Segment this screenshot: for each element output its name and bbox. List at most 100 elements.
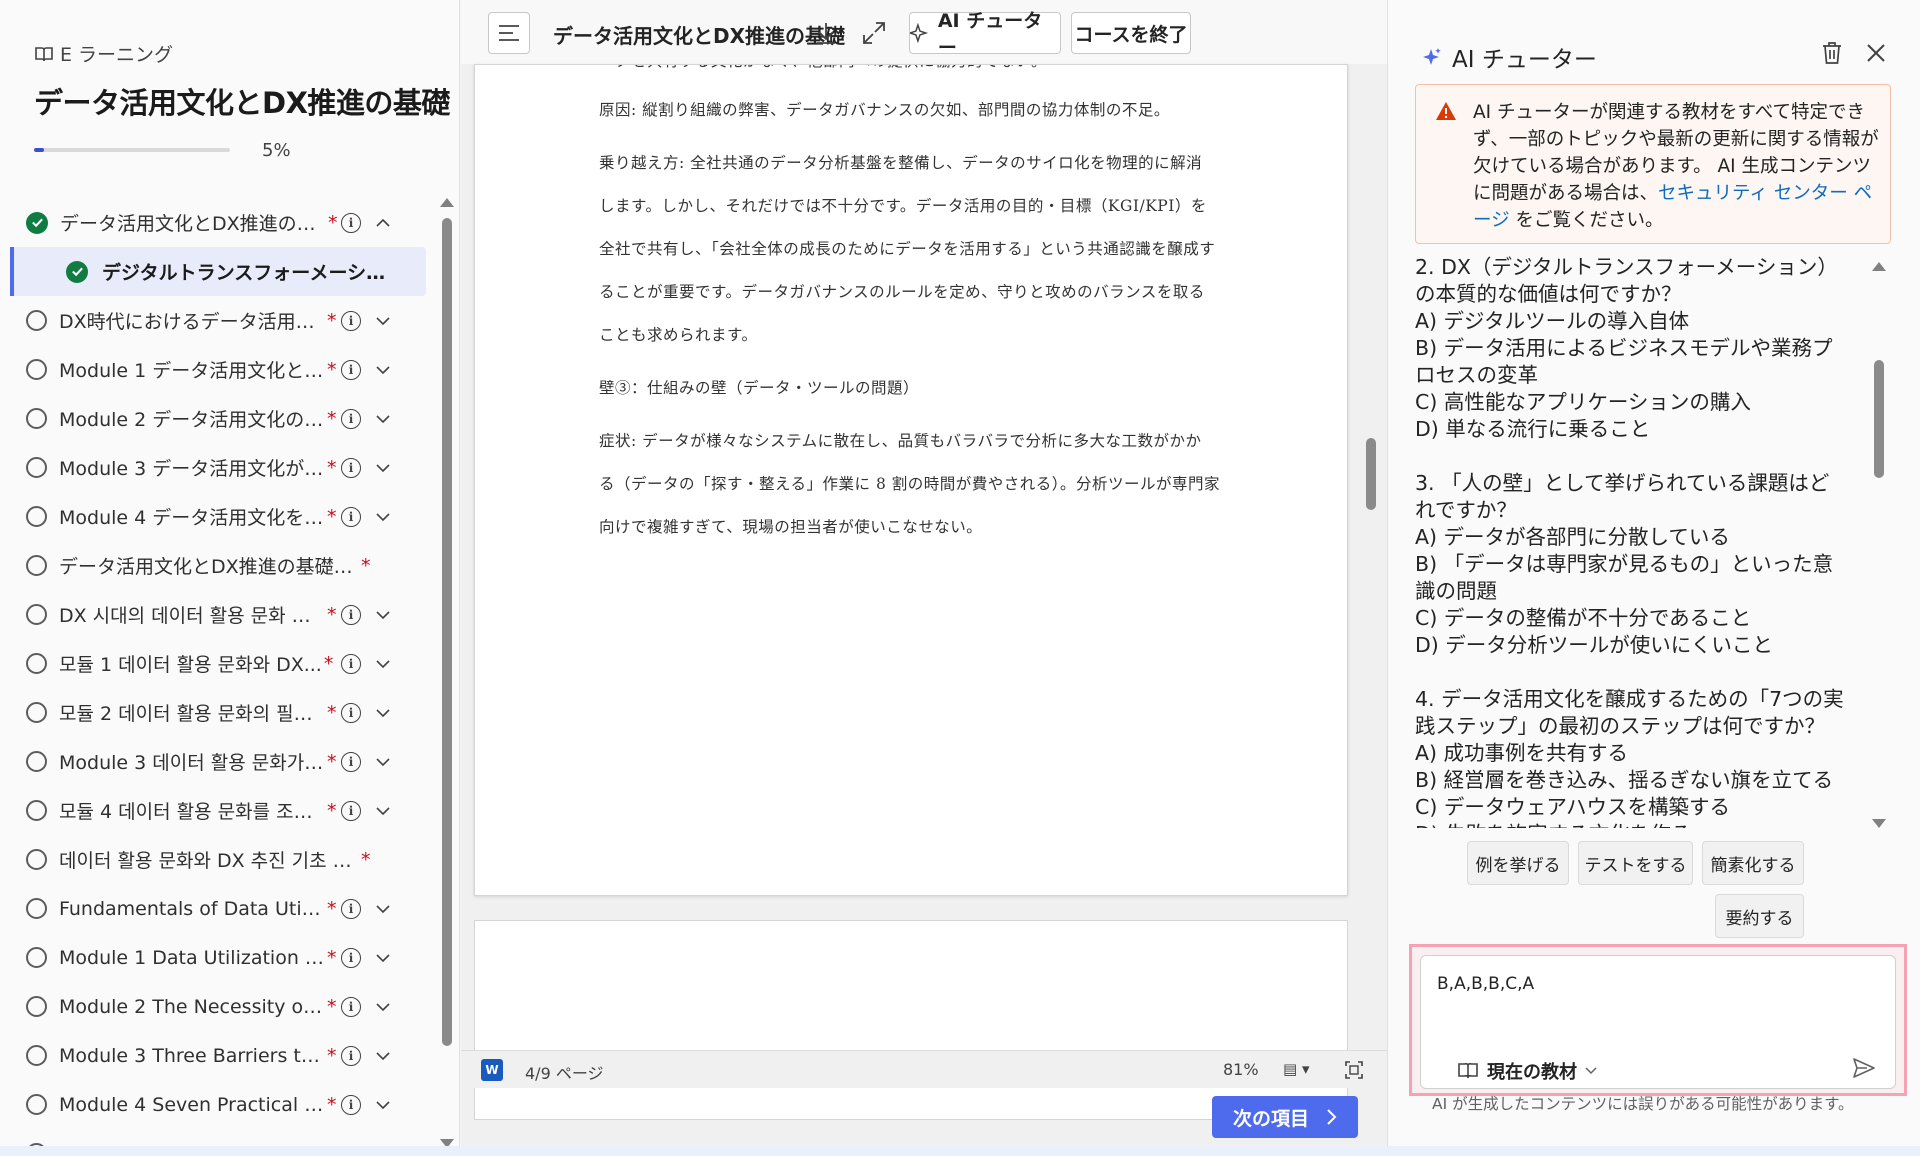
chevron-down-icon[interactable] <box>375 362 391 378</box>
toc-item-actions: i <box>341 506 391 527</box>
take-test-chip[interactable]: テストをする <box>1578 841 1693 885</box>
scroll-down-arrow[interactable] <box>1872 819 1886 828</box>
toc-item[interactable]: データ活用文化とDX推進の基礎クイズ * <box>0 541 440 590</box>
exit-course-button[interactable]: コースを終了 <box>1071 12 1191 54</box>
info-icon[interactable]: i <box>341 506 361 527</box>
page-layout-icon[interactable]: ▤ ▾ <box>1283 1060 1313 1080</box>
sidebar-scrollbar[interactable] <box>440 198 454 1148</box>
fit-to-screen-icon[interactable] <box>1344 1060 1364 1080</box>
info-icon[interactable]: i <box>341 653 361 674</box>
chevron-down-icon[interactable] <box>375 509 391 525</box>
info-icon[interactable]: i <box>341 800 361 821</box>
expand-icon[interactable] <box>861 20 887 46</box>
simplify-chip[interactable]: 簡素化する <box>1702 841 1804 885</box>
toc-item[interactable]: Fundamentals of Data Utilizatio...*i <box>0 884 440 933</box>
toc-item[interactable]: Module 2 The Necessity of a Da...*i <box>0 982 440 1031</box>
required-marker: * <box>327 603 337 626</box>
download-icon[interactable] <box>813 20 839 46</box>
chevron-up-icon[interactable] <box>375 215 391 231</box>
toggle-outline-button[interactable] <box>488 12 530 54</box>
viewer-statusbar: W 4/9 ページ 81% ▤ ▾ <box>461 1050 1387 1088</box>
required-marker: * <box>327 750 337 773</box>
toc-item[interactable]: Module 1 データ活用文化とDX... * i <box>0 345 440 394</box>
chevron-down-icon[interactable] <box>375 999 391 1015</box>
chat-input-highlight: B,A,B,B,C,A 現在の教材 <box>1409 944 1907 1096</box>
toc-item[interactable]: Module 3 Three Barriers to Esta...*i <box>0 1031 440 1080</box>
chevron-down-icon[interactable] <box>375 656 391 672</box>
trash-icon[interactable] <box>1820 40 1844 66</box>
required-marker: * <box>327 456 337 479</box>
chevron-down-icon[interactable] <box>375 1097 391 1113</box>
required-marker: * <box>327 701 337 724</box>
ai-tutor-button-label: AI チューター <box>937 10 1043 59</box>
chevron-down-icon[interactable] <box>375 705 391 721</box>
toc-item-actions: i <box>341 359 391 380</box>
toc-item[interactable]: データ活用文化とDX推進の基... * i <box>0 198 440 247</box>
info-icon[interactable]: i <box>341 310 361 331</box>
chevron-down-icon[interactable] <box>375 950 391 966</box>
toc-item[interactable]: DX 시대의 데이터 활용 문화 기초 * i <box>0 590 440 639</box>
toc-item[interactable]: Module 2 データ活用文化の必... * i <box>0 394 440 443</box>
zoom-level[interactable]: 81% <box>1223 1060 1259 1079</box>
chat-input-value[interactable]: B,A,B,B,C,A <box>1437 974 1534 994</box>
info-icon[interactable]: i <box>341 1094 361 1115</box>
not-started-icon <box>26 996 47 1017</box>
chevron-down-icon[interactable] <box>375 460 391 476</box>
info-icon[interactable]: i <box>341 359 361 380</box>
toc-item[interactable]: DX時代におけるデータ活用文... * i <box>0 296 440 345</box>
chevron-down-icon[interactable] <box>375 313 391 329</box>
info-icon[interactable]: i <box>341 212 361 233</box>
toc-item[interactable]: Module 3 データ活用文化が根... * i <box>0 443 440 492</box>
book-icon <box>35 46 53 61</box>
ai-disclaimer: AI が生成したコンテンツには誤りがある可能性があります。 <box>1432 1095 1854 1113</box>
toc-item[interactable]: Module 1 Data Utilization Cultu...*i <box>0 933 440 982</box>
chevron-down-icon[interactable] <box>375 607 391 623</box>
toc-item-actions: i <box>341 212 391 233</box>
toc-item[interactable]: 모듈 1 데이터 활용 문화와 DX... * i <box>0 639 440 688</box>
info-icon[interactable]: i <box>341 996 361 1017</box>
send-icon[interactable] <box>1852 1056 1876 1080</box>
not-started-icon <box>26 310 47 331</box>
toc-item[interactable]: Module 4 Seven Practical Steps ...*i <box>0 1080 440 1129</box>
summarize-chip[interactable]: 要約する <box>1715 894 1804 938</box>
ai-tutor-button[interactable]: AI チューター <box>909 10 1061 59</box>
required-marker: * <box>327 946 337 969</box>
toc-item[interactable]: 데이터 활용 문화와 DX 추진 기초 퀴즈 * <box>0 835 440 884</box>
toc-item[interactable]: 모듈 4 데이터 활용 문화를 조성... * i <box>0 786 440 835</box>
chevron-down-icon[interactable] <box>375 411 391 427</box>
info-icon[interactable]: i <box>341 898 361 919</box>
toc-item[interactable]: 모듈 2 데이터 활용 문화의 필요... * i <box>0 688 440 737</box>
chevron-down-icon[interactable] <box>375 901 391 917</box>
completed-icon <box>66 260 88 283</box>
scroll-thumb[interactable] <box>1874 360 1884 478</box>
chevron-down-icon[interactable] <box>375 803 391 819</box>
message-line: 3. 「人の壁」として挙げられている課題はど <box>1415 471 1830 495</box>
info-icon[interactable]: i <box>341 751 361 772</box>
toc-subitem[interactable]: デジタルトランスフォーメーショ... <box>10 247 426 296</box>
chat-scrollbar[interactable] <box>1872 262 1886 828</box>
checkmark-icon <box>31 218 43 228</box>
chevron-down-icon[interactable] <box>375 754 391 770</box>
info-icon[interactable]: i <box>341 702 361 723</box>
close-icon[interactable] <box>1865 42 1887 64</box>
chat-input[interactable]: B,A,B,B,C,A 現在の教材 <box>1420 955 1896 1089</box>
info-icon[interactable]: i <box>341 408 361 429</box>
info-icon[interactable]: i <box>341 1045 361 1066</box>
scroll-thumb[interactable] <box>442 218 452 1046</box>
info-icon[interactable]: i <box>341 457 361 478</box>
page-text-line: 原因: 縦割り組織の弊害、データガバナンスの欠如、部門間の協力体制の不足。 <box>599 101 1170 119</box>
ai-tutor-panel: AI チューター AI チューターが関連する教材をすべて特定できず、一部のトピッ… <box>1387 0 1920 1156</box>
info-icon[interactable]: i <box>341 604 361 625</box>
page-text-line: ることが重要です。データガバナンスのルールを定め、守りと攻めのバランスを取る <box>599 283 1205 301</box>
scope-selector[interactable]: 現在の教材 <box>1457 1058 1597 1084</box>
scroll-up-arrow[interactable] <box>440 198 454 207</box>
toc-item[interactable]: Module 3 데이터 활용 문화가 ... * i <box>0 737 440 786</box>
give-example-chip[interactable]: 例を挙げる <box>1467 841 1569 885</box>
next-item-button[interactable]: 次の項目 <box>1212 1096 1358 1138</box>
viewer-scroll-thumb[interactable] <box>1366 438 1376 510</box>
scroll-up-arrow[interactable] <box>1872 262 1886 271</box>
toc-item[interactable]: Module 4 データ活用文化を醸... * i <box>0 492 440 541</box>
chevron-down-icon[interactable] <box>375 1048 391 1064</box>
message-line: ロセスの変革 <box>1415 363 1538 387</box>
info-icon[interactable]: i <box>341 947 361 968</box>
